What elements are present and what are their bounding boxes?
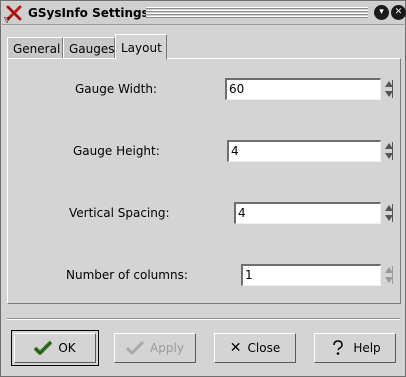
decrement-icon[interactable] xyxy=(385,215,393,221)
help-icon xyxy=(333,340,344,355)
separator xyxy=(7,318,400,320)
ok-label: OK xyxy=(58,341,76,355)
number-of-columns-arrows[interactable] xyxy=(383,264,397,286)
vertical-spacing-field[interactable]: 4 xyxy=(234,202,381,224)
gauge-width-label: Gauge Width: xyxy=(75,82,157,96)
gauge-width-arrows[interactable] xyxy=(383,78,397,100)
apply-button[interactable]: Apply xyxy=(114,333,196,363)
number-of-columns-label: Number of columns: xyxy=(66,268,188,282)
tab-layout[interactable]: Layout xyxy=(115,34,167,60)
help-button[interactable]: Help xyxy=(314,333,396,363)
gauge-height-field[interactable]: 4 xyxy=(227,140,381,162)
vertical-spacing-spinner[interactable]: 4 xyxy=(234,202,397,224)
title-bar[interactable]: ▽ GSysInfo Settings ▾ ✕ xyxy=(2,2,406,25)
checkmark-icon xyxy=(126,340,145,355)
vertical-spacing-label: Vertical Spacing: xyxy=(69,206,170,220)
tab-general[interactable]: General xyxy=(7,37,63,59)
apply-label: Apply xyxy=(150,341,184,355)
window-menu-icon[interactable]: ▽ xyxy=(4,16,10,24)
minimize-icon[interactable]: ▾ xyxy=(374,5,389,20)
close-label: Close xyxy=(247,341,281,355)
vertical-spacing-arrows[interactable] xyxy=(383,202,397,224)
decrement-icon[interactable] xyxy=(385,277,393,283)
help-label: Help xyxy=(353,341,381,355)
gauge-width-spinner[interactable]: 60 xyxy=(225,78,397,100)
number-of-columns-spinner[interactable]: 1 xyxy=(241,264,397,286)
checkmark-icon xyxy=(34,340,53,355)
window-title: GSysInfo Settings xyxy=(28,6,149,20)
settings-window: ▽ GSysInfo Settings ▾ ✕ General Gauges L… xyxy=(0,0,406,377)
ok-button[interactable]: OK xyxy=(11,330,99,366)
close-icon[interactable]: ✕ xyxy=(391,5,406,20)
gauge-width-field[interactable]: 60 xyxy=(225,78,381,100)
gauge-height-spinner[interactable]: 4 xyxy=(227,140,397,162)
close-button[interactable]: ✕ Close xyxy=(214,333,296,363)
decrement-icon[interactable] xyxy=(385,153,393,159)
number-of-columns-field[interactable]: 1 xyxy=(241,264,381,286)
gauge-height-label: Gauge Height: xyxy=(73,144,160,158)
tab-gauges[interactable]: Gauges xyxy=(63,37,115,59)
decrement-icon[interactable] xyxy=(385,91,393,97)
close-x-icon: ✕ xyxy=(229,340,242,356)
gauge-height-arrows[interactable] xyxy=(383,140,397,162)
title-stripes xyxy=(146,7,368,19)
